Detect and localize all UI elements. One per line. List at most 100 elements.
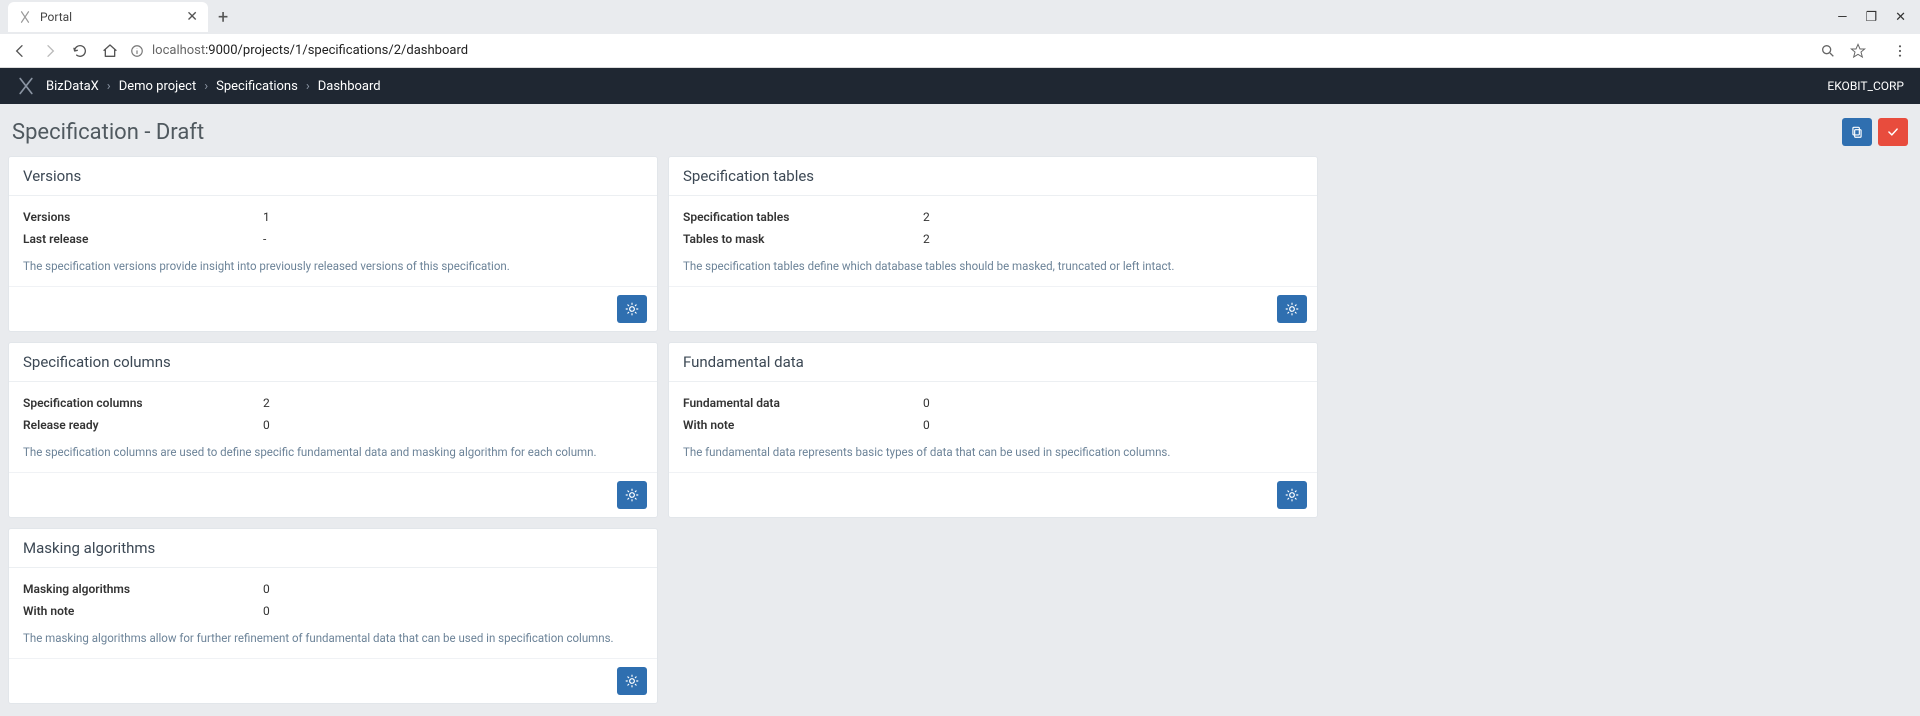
card-row: Specification tables2: [683, 206, 1303, 228]
breadcrumb-item-0[interactable]: Demo project: [119, 79, 197, 94]
app-logo-icon[interactable]: [16, 76, 46, 96]
card-row-value: 0: [883, 414, 1303, 436]
card-row-label: Versions: [23, 206, 223, 228]
page-actions: [1842, 118, 1908, 146]
card-row-label: Specification tables: [683, 206, 883, 228]
card-row: Versions1: [23, 206, 643, 228]
card-row: Fundamental data0: [683, 392, 1303, 414]
card-row-value: 1: [223, 206, 643, 228]
site-info-icon[interactable]: [130, 44, 144, 58]
dashboard-card: VersionsVersions1Last release-The specif…: [8, 156, 658, 332]
address-bar[interactable]: localhost:9000/projects/1/specifications…: [130, 43, 1808, 58]
app-navbar: BizDataX › Demo project › Specifications…: [0, 68, 1920, 104]
cards-grid: VersionsVersions1Last release-The specif…: [8, 156, 1912, 704]
nav-reload-icon[interactable]: [72, 43, 88, 59]
card-row: With note0: [23, 600, 643, 622]
gear-icon: [625, 674, 639, 688]
zoom-icon[interactable]: [1820, 43, 1836, 59]
breadcrumb-item-2[interactable]: Dashboard: [318, 79, 381, 94]
nav-icons: [12, 43, 118, 59]
browser-tab[interactable]: Portal ✕: [8, 2, 208, 32]
url-path: :9000/projects/1/specifications/2/dashbo…: [205, 43, 468, 58]
nav-back-icon[interactable]: [12, 43, 28, 59]
card-footer: [669, 286, 1317, 331]
copy-button[interactable]: [1842, 118, 1872, 146]
card-row-value: 2: [883, 228, 1303, 250]
card-settings-button[interactable]: [617, 295, 647, 323]
card-row-label: Last release: [23, 228, 223, 250]
card-settings-button[interactable]: [617, 481, 647, 509]
card-row-value: 0: [223, 600, 643, 622]
window-maximize-icon[interactable]: ❐: [1865, 10, 1877, 25]
card-header: Versions: [9, 157, 657, 196]
gear-icon: [625, 488, 639, 502]
breadcrumb-brand[interactable]: BizDataX: [46, 79, 99, 94]
card-settings-button[interactable]: [617, 667, 647, 695]
page-header: Specification - Draft: [8, 116, 1912, 156]
card-row-label: Masking algorithms: [23, 578, 223, 600]
card-row-value: 0: [883, 392, 1303, 414]
card-row: Last release-: [23, 228, 643, 250]
new-tab-button[interactable]: +: [208, 7, 238, 28]
card-row: Specification columns2: [23, 392, 643, 414]
confirm-button[interactable]: [1878, 118, 1908, 146]
card-settings-button[interactable]: [1277, 295, 1307, 323]
card-title: Specification columns: [23, 353, 643, 371]
dashboard-card: Fundamental dataFundamental data0With no…: [668, 342, 1318, 518]
gear-icon: [1285, 302, 1299, 316]
dashboard-card: Specification columns Specification colum…: [8, 342, 658, 518]
bookmark-icon[interactable]: [1850, 43, 1866, 59]
address-row: localhost:9000/projects/1/specifications…: [0, 34, 1920, 68]
card-row: Release ready0: [23, 414, 643, 436]
card-body: Specification columns2Release ready0 The …: [9, 382, 657, 472]
card-body: Masking algorithms0With note0The masking…: [9, 568, 657, 658]
card-row-value: 0: [223, 578, 643, 600]
card-footer: [669, 472, 1317, 517]
card-row-value: -: [223, 228, 643, 250]
favicon-icon: [18, 10, 32, 24]
gear-icon: [1285, 488, 1299, 502]
card-title: Fundamental data: [683, 353, 1303, 371]
dashboard-card: Masking algorithmsMasking algorithms0Wit…: [8, 528, 658, 704]
card-footer: [9, 658, 657, 703]
tab-title: Portal: [40, 10, 178, 24]
chevron-right-icon: ›: [107, 79, 111, 94]
card-row: With note0: [683, 414, 1303, 436]
nav-forward-icon[interactable]: [42, 43, 58, 59]
url-host: localhost: [152, 43, 205, 58]
card-row-label: Release ready: [23, 414, 223, 436]
card-header: Masking algorithms: [9, 529, 657, 568]
tab-close-icon[interactable]: ✕: [186, 9, 198, 25]
user-label[interactable]: EKOBIT_CORP: [1827, 79, 1904, 93]
nav-home-icon[interactable]: [102, 43, 118, 59]
card-row-label: Tables to mask: [683, 228, 883, 250]
card-header: Fundamental data: [669, 343, 1317, 382]
window-minimize-icon[interactable]: —: [1837, 10, 1847, 25]
card-row-value: 0: [223, 414, 643, 436]
address-right-icons: [1820, 43, 1908, 59]
breadcrumb: BizDataX › Demo project › Specifications…: [46, 79, 381, 94]
card-body: Versions1Last release-The specification …: [9, 196, 657, 286]
card-description: The specification tables define which da…: [683, 258, 1303, 278]
card-footer: [9, 286, 657, 331]
card-title: Masking algorithms: [23, 539, 643, 557]
card-row: Masking algorithms0: [23, 578, 643, 600]
card-title: Versions: [23, 167, 643, 185]
card-row-value: 2: [883, 206, 1303, 228]
window-close-icon[interactable]: ✕: [1895, 10, 1906, 25]
gear-icon: [625, 302, 639, 316]
page: Specification - Draft VersionsVersions1L…: [0, 104, 1920, 716]
card-settings-button[interactable]: [1277, 481, 1307, 509]
card-row: Tables to mask2: [683, 228, 1303, 250]
menu-icon[interactable]: [1892, 43, 1908, 59]
page-title: Specification - Draft: [12, 120, 204, 145]
card-header: Specification columns: [9, 343, 657, 382]
card-row-label: Fundamental data: [683, 392, 883, 414]
card-row-label: With note: [683, 414, 883, 436]
card-description: The specification columns are used to de…: [23, 444, 643, 464]
breadcrumb-item-1[interactable]: Specifications: [216, 79, 298, 94]
chevron-right-icon: ›: [204, 79, 208, 94]
card-body: Fundamental data0With note0The fundament…: [669, 382, 1317, 472]
card-footer: [9, 472, 657, 517]
card-row-value: 2: [223, 392, 643, 414]
